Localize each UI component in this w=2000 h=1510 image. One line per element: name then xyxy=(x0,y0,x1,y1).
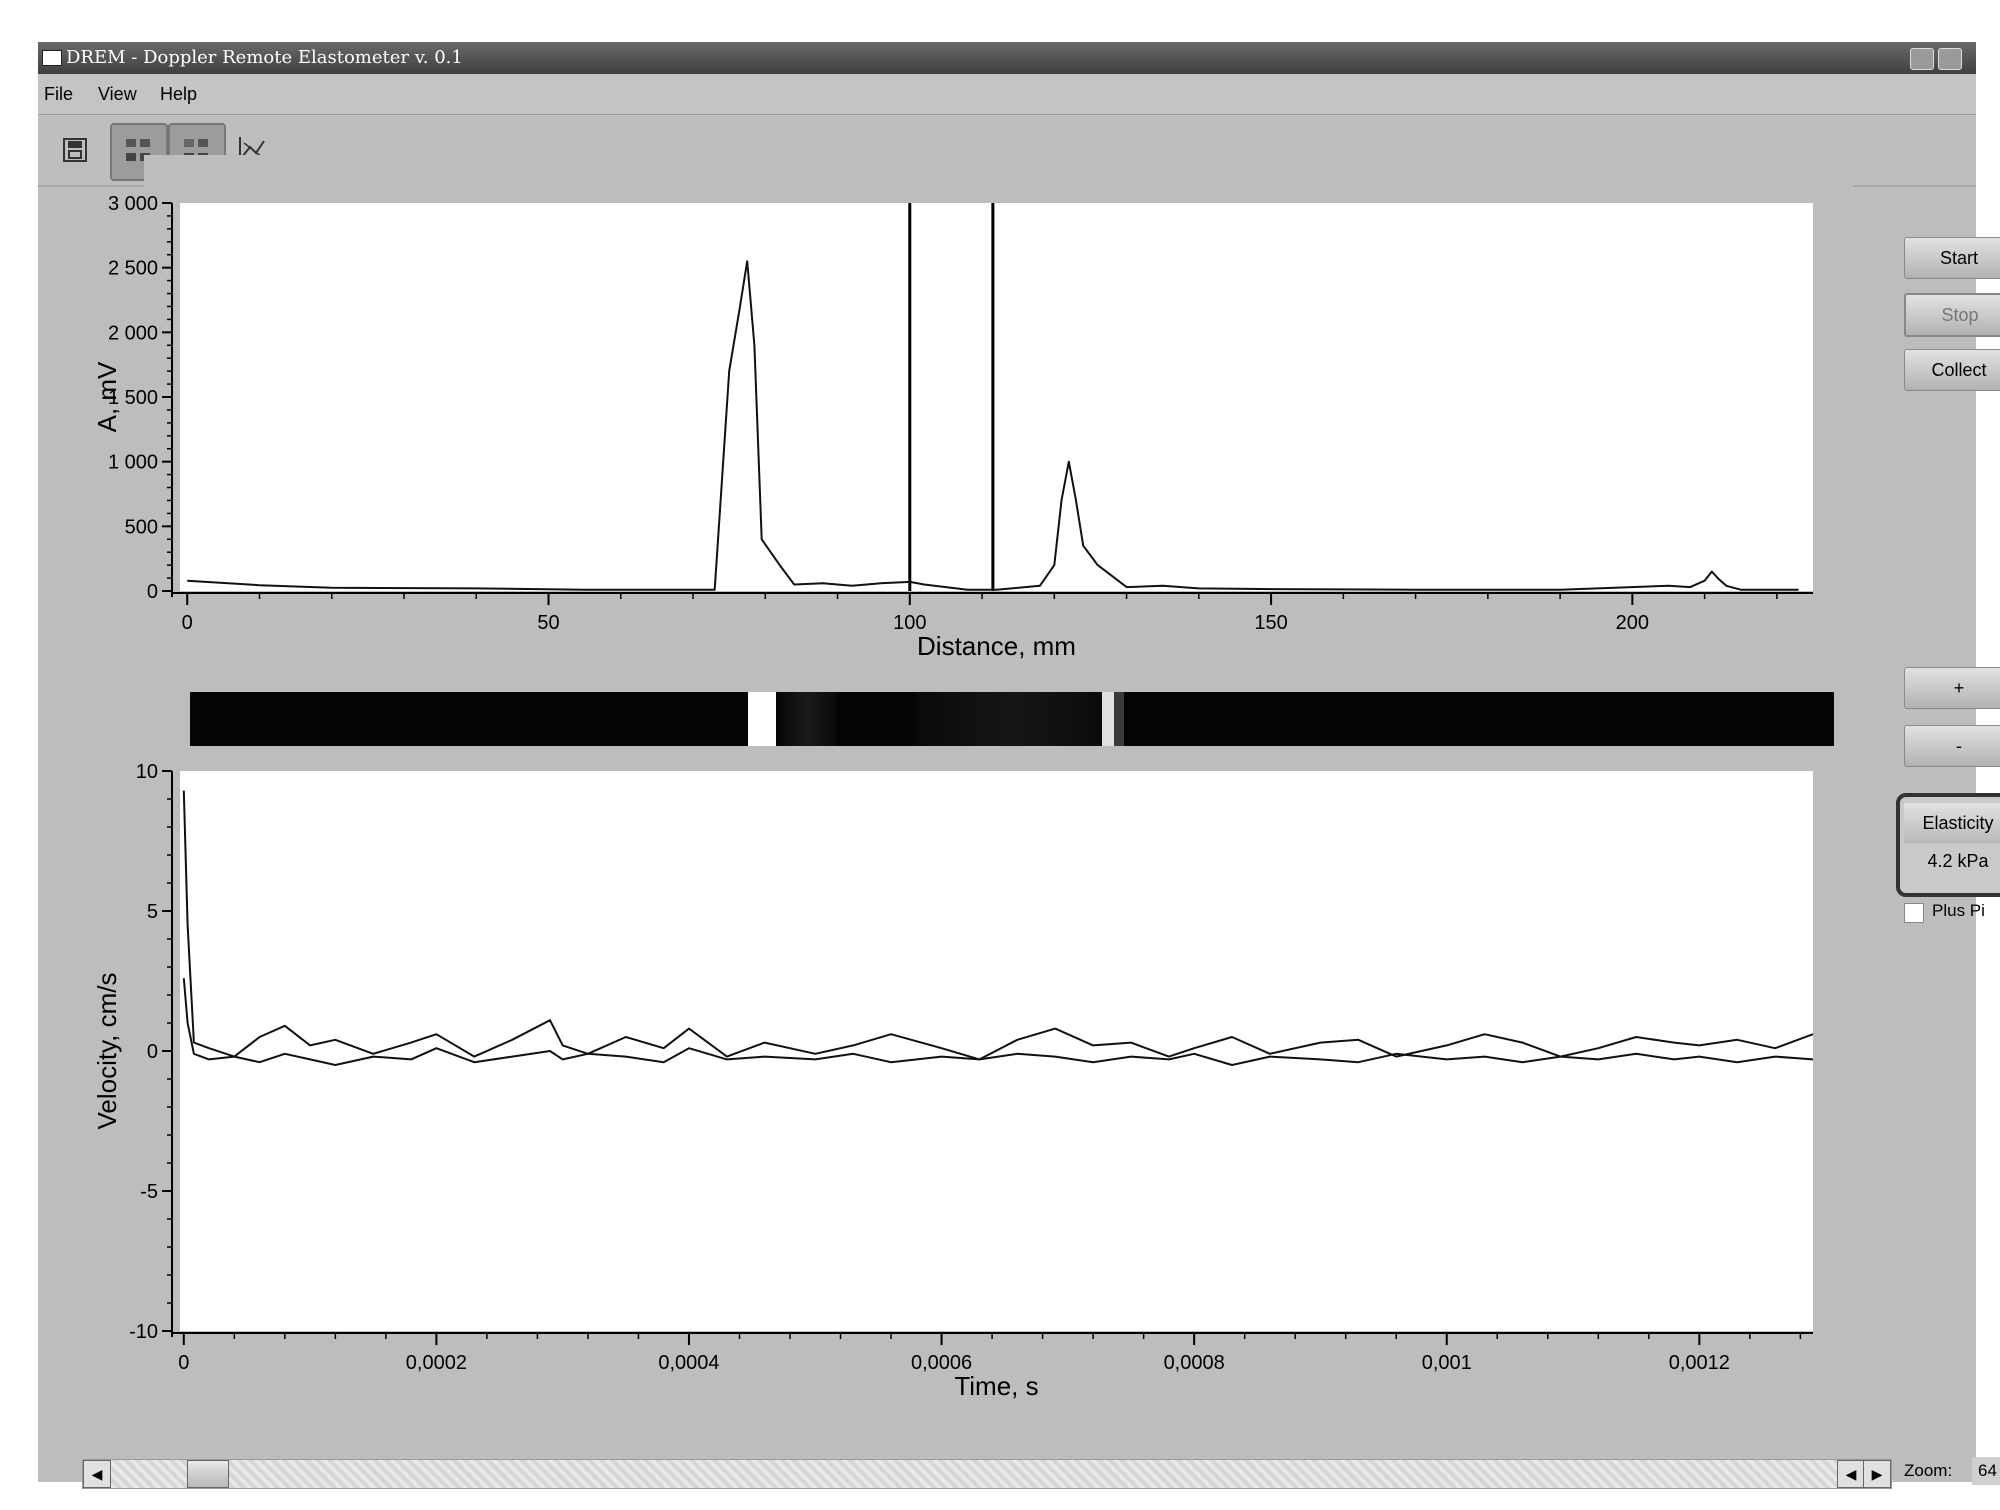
stop-button[interactable]: Stop xyxy=(1904,293,2000,337)
collect-button[interactable]: Collect xyxy=(1904,349,2000,391)
y-tick-label: 5 xyxy=(147,901,158,923)
x-tick-label: 200 xyxy=(1616,612,1649,634)
app-icon xyxy=(42,50,62,66)
plot-area xyxy=(180,203,1813,591)
x-tick-label: 0 xyxy=(182,612,193,634)
elasticity-panel: Elasticity 4.2 kPa xyxy=(1896,793,2000,897)
zoom-select[interactable]: 64 xyxy=(1972,1457,2000,1485)
start-button[interactable]: Start xyxy=(1904,237,2000,279)
x-tick-label: 0,0012 xyxy=(1669,1352,1730,1374)
zoom-label: Zoom: xyxy=(1904,1461,1953,1480)
amplitude-chart: 0 500 1 000 1 500 2 000 2 500 3 000 0 50 100 150 20… xyxy=(92,155,1853,701)
elasticity-value: 4.2 kPa xyxy=(1927,851,1989,871)
plus-pi-checkbox[interactable] xyxy=(1904,903,1924,923)
y-tick-label: 3 000 xyxy=(108,193,158,215)
y-tick-label: -10 xyxy=(129,1321,158,1343)
strip-gradient xyxy=(1114,692,1124,746)
strip-marker xyxy=(1102,692,1114,746)
window-title: DREM - Doppler Remote Elastometer v. 0.1 xyxy=(66,47,463,68)
y-tick-label: 10 xyxy=(136,761,158,783)
restore-button[interactable] xyxy=(1938,48,1962,70)
zoom-in-button[interactable]: + xyxy=(1904,667,2000,709)
zoom-out-button[interactable]: - xyxy=(1904,725,2000,767)
elasticity-button[interactable]: Elasticity xyxy=(1904,803,2000,843)
strip-gradient xyxy=(916,692,1112,746)
menu-bar: File View Help xyxy=(38,74,1976,115)
plus-pi-option[interactable]: Plus Pi xyxy=(1904,899,2000,923)
m-mode-strip xyxy=(190,692,1834,746)
x-axis-label: Distance, mm xyxy=(917,631,1076,661)
strip-gradient xyxy=(776,692,836,746)
y-tick-label: 1 000 xyxy=(108,452,158,474)
x-tick-label: 50 xyxy=(537,612,559,634)
scroll-left-icon[interactable]: ◀ xyxy=(83,1460,111,1488)
y-axis-label: A, mV xyxy=(92,361,122,432)
x-axis-label: Time, s xyxy=(954,1371,1038,1401)
plus-pi-label: Plus Pi xyxy=(1932,901,1985,920)
y-tick-label: 2 500 xyxy=(108,258,158,280)
x-tick-label: 0,0004 xyxy=(658,1352,719,1374)
x-tick-label: 0,0002 xyxy=(406,1352,467,1374)
control-panel: Start Stop Collect + - Elasticity 4.2 kP… xyxy=(1896,237,2000,937)
x-tick-label: 0 xyxy=(178,1352,189,1374)
save-icon[interactable] xyxy=(48,123,102,177)
scroll-right-icon[interactable]: ▶ xyxy=(1863,1460,1891,1488)
x-tick-label: 150 xyxy=(1254,612,1287,634)
title-bar: DREM - Doppler Remote Elastometer v. 0.1 xyxy=(38,42,1976,74)
x-tick-label: 0,0008 xyxy=(1164,1352,1225,1374)
y-tick-label: 2 000 xyxy=(108,322,158,344)
menu-view[interactable]: View xyxy=(98,84,137,105)
x-tick-label: 0,001 xyxy=(1422,1352,1472,1374)
y-tick-label: 0 xyxy=(147,581,158,603)
velocity-chart: -10 -5 0 5 10 0 0,0002 0,0004 0,0006 0,0008 0,001 0… xyxy=(92,761,1853,1441)
y-tick-label: 500 xyxy=(125,516,158,538)
menu-file[interactable]: File xyxy=(44,84,73,105)
y-axis-label: Velocity, cm/s xyxy=(92,972,122,1129)
minimize-button[interactable] xyxy=(1910,48,1934,70)
menu-help[interactable]: Help xyxy=(160,84,197,105)
y-tick-label: -5 xyxy=(140,1181,158,1203)
strip-highlight xyxy=(748,692,776,746)
y-tick-label: 0 xyxy=(147,1041,158,1063)
